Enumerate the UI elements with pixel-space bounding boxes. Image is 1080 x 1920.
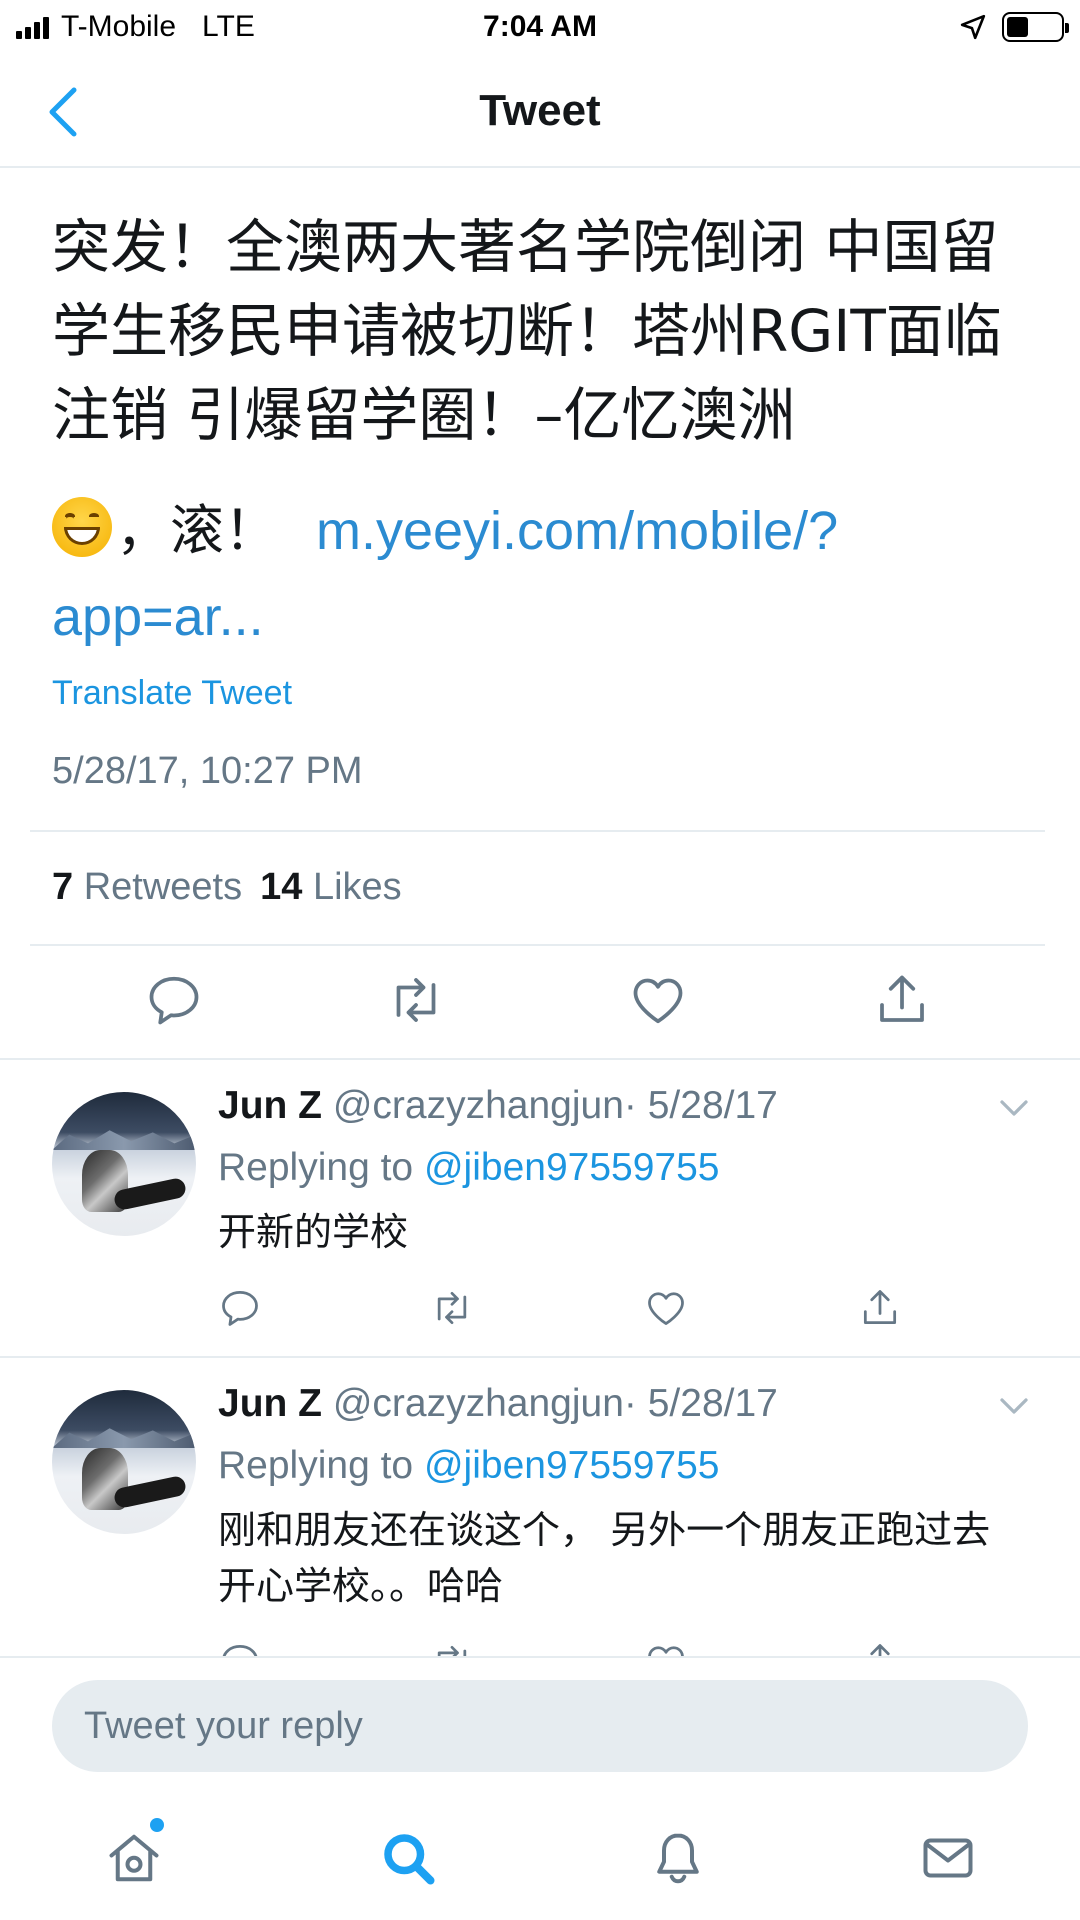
- replying-to-handle[interactable]: @jiben97559755: [424, 1444, 720, 1487]
- reply-menu-button[interactable]: [996, 1090, 1032, 1126]
- location-arrow-icon: [960, 14, 986, 40]
- reply-text: 开新的学校: [218, 1210, 409, 1254]
- share-button[interactable]: [872, 970, 932, 1030]
- likes-label: Likes: [312, 866, 402, 908]
- like-icon: [648, 1292, 684, 1325]
- messages-icon: [923, 1838, 973, 1878]
- share-button[interactable]: [858, 1640, 902, 1656]
- likes-count: 14: [260, 866, 303, 908]
- notifications-icon: [657, 1833, 699, 1884]
- tweet-stats: 7 Retweets 14 Likes: [52, 866, 402, 909]
- divider: [30, 944, 1045, 946]
- chevron-down-icon: [1000, 1100, 1028, 1116]
- replying-to-handle[interactable]: @jiben97559755: [424, 1146, 720, 1189]
- tweet-comment-line: ，滚！ m.yeeyi.com/mobile/?app=ar...: [52, 488, 1042, 660]
- retweets-count: 7: [52, 866, 74, 908]
- tab-search[interactable]: [378, 1828, 438, 1888]
- status-bar: T-Mobile LTE 7:04 AM: [0, 0, 1080, 56]
- reply-author-name[interactable]: Jun Z: [218, 1084, 322, 1127]
- tab-messages[interactable]: [918, 1828, 978, 1888]
- avatar[interactable]: [52, 1390, 196, 1534]
- like-icon: [648, 1646, 684, 1656]
- search-icon: [384, 1834, 435, 1885]
- reply-input[interactable]: [52, 1680, 1028, 1772]
- status-time: 7:04 AM: [483, 10, 597, 43]
- reply-date: · 5/28/17: [623, 1382, 778, 1425]
- retweets-label: Retweets: [83, 866, 243, 908]
- reply-item[interactable]: Jun Z @crazyzhangjun· 5/28/17 Replying t…: [0, 1060, 1080, 1354]
- tweet-timestamp: 5/28/17, 10:27 PM: [52, 750, 363, 792]
- home-icon: [109, 1834, 159, 1882]
- share-icon: [863, 1290, 897, 1325]
- retweet-icon: [437, 1645, 467, 1656]
- replying-to-label: Replying to: [218, 1444, 414, 1487]
- translate-tweet-link[interactable]: Translate Tweet: [52, 674, 292, 713]
- divider: [30, 830, 1045, 832]
- bottom-bar: [0, 1656, 1080, 1920]
- reply-header: Jun Z @crazyzhangjun· 5/28/17: [218, 1382, 778, 1426]
- reply-text: 刚和朋友还在谈这个， 另外一个朋友正跑过去开心学校。。哈哈: [218, 1508, 991, 1608]
- new-content-dot: [150, 1818, 164, 1832]
- reply-button[interactable]: [218, 1286, 262, 1330]
- nav-bar: Tweet: [0, 56, 1080, 168]
- reply-item[interactable]: Jun Z @crazyzhangjun· 5/28/17 Replying t…: [0, 1358, 1080, 1656]
- battery-icon: [1002, 12, 1069, 42]
- reply-menu-button[interactable]: [996, 1388, 1032, 1424]
- tab-home[interactable]: [104, 1828, 164, 1888]
- like-icon: [633, 978, 683, 1024]
- share-icon: [880, 975, 924, 1022]
- replying-to-line: Replying to @jiben97559755: [218, 1146, 719, 1190]
- retweet-button[interactable]: [386, 970, 446, 1030]
- grinning-face-emoji-icon: [52, 497, 112, 557]
- reply-date: · 5/28/17: [623, 1084, 778, 1127]
- like-button[interactable]: [628, 970, 688, 1030]
- reply-author-name[interactable]: Jun Z: [218, 1382, 322, 1425]
- reply-icon: [222, 1645, 258, 1656]
- page-title: Tweet: [479, 86, 601, 135]
- retweet-button[interactable]: [430, 1286, 474, 1330]
- like-button[interactable]: [644, 1286, 688, 1330]
- tweet-comment: ，滚！: [116, 499, 278, 562]
- reply-button[interactable]: [144, 970, 204, 1030]
- retweets-stat[interactable]: 7 Retweets: [52, 866, 242, 908]
- tweet-actions: [0, 970, 1080, 1040]
- reply-icon: [149, 976, 199, 1025]
- likes-stat[interactable]: 14 Likes: [260, 866, 402, 908]
- share-icon: [870, 1644, 890, 1656]
- replying-to-line: Replying to @jiben97559755: [218, 1444, 719, 1488]
- retweet-icon: [437, 1291, 467, 1325]
- retweet-button[interactable]: [430, 1640, 474, 1656]
- avatar[interactable]: [52, 1092, 196, 1236]
- reply-icon: [222, 1291, 258, 1326]
- retweet-icon: [396, 978, 436, 1022]
- share-button[interactable]: [858, 1286, 902, 1330]
- tweet-text: 突发！全澳两大著名学院倒闭 中国留学生移民申请被切断！塔州RGIT面临注销 引爆…: [52, 213, 1002, 449]
- reply-button[interactable]: [218, 1640, 262, 1656]
- reply-header: Jun Z @crazyzhangjun· 5/28/17: [218, 1084, 778, 1128]
- replying-to-label: Replying to: [218, 1146, 414, 1189]
- chevron-down-icon: [1000, 1398, 1028, 1414]
- reply-author-handle[interactable]: @crazyzhangjun: [333, 1382, 624, 1425]
- reply-author-handle[interactable]: @crazyzhangjun: [333, 1084, 624, 1127]
- tab-notifications[interactable]: [648, 1828, 708, 1888]
- like-button[interactable]: [644, 1640, 688, 1656]
